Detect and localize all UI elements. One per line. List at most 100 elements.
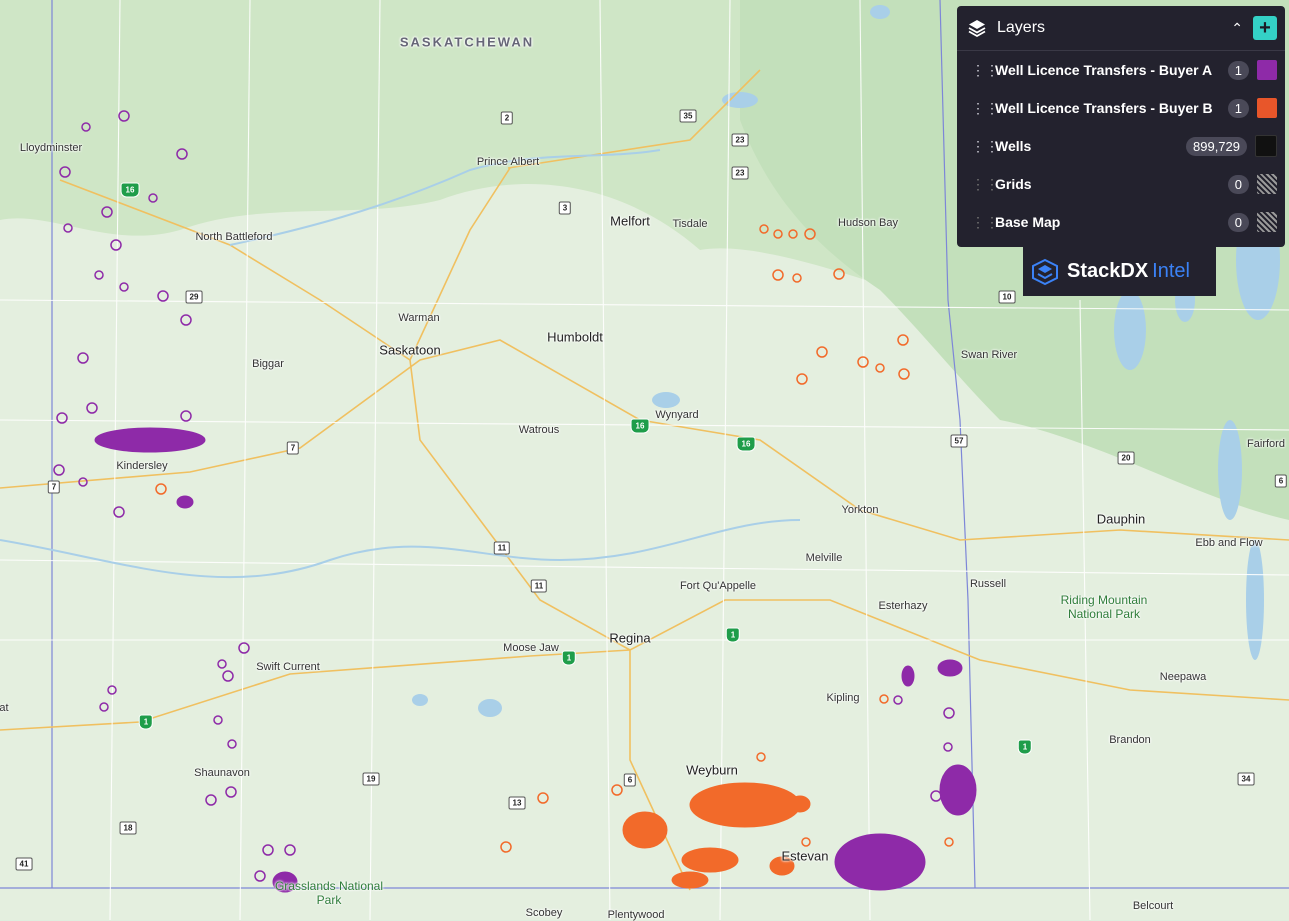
place-label: Weyburn [686,762,738,778]
place-label: Yorkton [841,504,879,516]
route-shield: 13 [508,796,526,810]
route-shield: 29 [185,290,203,304]
route-shield: 23 [731,133,749,147]
layer-count-badge: 0 [1227,174,1249,194]
place-label: Prince Albert [476,156,540,168]
place-label: Fairford [1247,438,1285,450]
drag-handle-icon[interactable]: ⋮⋮ [971,176,999,193]
place-label: Esterhazy [878,600,928,612]
brand-suffix: Intel [1152,260,1190,282]
route-shield: 2 [500,111,514,125]
highway-16-shield: 16 [120,182,140,198]
brand-name: StackDX [1067,260,1149,282]
layer-color-swatch[interactable] [1255,135,1277,157]
place-label: at [0,702,9,714]
route-shield: 19 [362,772,380,786]
route-shield: 18 [119,821,137,835]
park-label: Grasslands National Park [274,879,384,907]
layers-icon [968,20,986,38]
route-shield: 41 [15,857,33,871]
route-shield: 23 [731,166,749,180]
highway-16-shield: 16 [736,436,756,452]
layer-name: Base Map [995,214,1061,230]
place-label: Scobey [525,907,563,919]
layers-panel: Layers ⌃ + ⋮⋮ Well Licence Transfers - B… [957,6,1285,247]
place-label: Melfort [610,213,650,229]
place-label: Biggar [252,358,284,370]
layer-color-swatch[interactable] [1257,98,1277,118]
place-label: Brandon [1109,734,1151,746]
highway-16-shield: 16 [630,418,650,434]
route-shield: 6 [623,773,637,787]
route-shield: 3 [558,201,572,215]
route-shield: 34 [1237,772,1255,786]
layer-count-badge: 1 [1227,98,1249,118]
plus-icon: + [1259,16,1271,39]
layer-row-wells[interactable]: ⋮⋮ Wells 899,729 [957,127,1285,165]
route-shield: 20 [1117,451,1135,465]
place-label: Regina [609,630,651,646]
place-label: Plentywood [607,909,665,921]
layer-row-buyer-b[interactable]: ⋮⋮ Well Licence Transfers - Buyer B 1 [957,89,1285,127]
place-label: Shaunavon [194,767,250,779]
drag-handle-icon[interactable]: ⋮⋮ [971,62,999,79]
layer-row-base-map[interactable]: ⋮⋮ Base Map 0 [957,203,1285,241]
place-label: Swan River [960,349,1018,361]
drag-handle-icon[interactable]: ⋮⋮ [971,138,999,155]
route-shield: 6 [1274,474,1288,488]
layer-row-buyer-a[interactable]: ⋮⋮ Well Licence Transfers - Buyer A 1 [957,51,1285,89]
route-shield: 10 [998,290,1016,304]
route-shield: 35 [679,109,697,123]
layer-color-swatch[interactable] [1257,212,1277,232]
add-layer-button[interactable]: + [1253,16,1277,40]
place-label: Melville [805,552,843,564]
place-label: Ebb and Flow [1195,537,1263,549]
layer-name: Grids [995,176,1032,192]
layer-name: Well Licence Transfers - Buyer B [995,100,1213,116]
place-label: Kipling [826,692,860,704]
route-shield: 7 [286,441,300,455]
layer-name: Well Licence Transfers - Buyer A [995,62,1213,78]
stackdx-logo-icon [1032,258,1058,285]
route-shield: 11 [493,541,511,555]
layer-count-badge: 899,729 [1186,136,1247,156]
place-label: Watrous [518,424,560,436]
layers-title: Layers [997,19,1046,36]
route-shield: 7 [47,480,61,494]
route-shield: 11 [530,579,548,593]
chevron-up-icon[interactable]: ⌃ [1231,20,1243,37]
layer-name: Wells [995,138,1032,154]
region-label: SASKATCHEWAN [399,34,535,50]
place-label: North Battleford [195,231,273,243]
place-label: Hudson Bay [838,217,898,229]
place-label: Tisdale [672,218,708,230]
layer-count-badge: 0 [1227,212,1249,232]
layers-panel-header[interactable]: Layers ⌃ + [957,6,1285,51]
place-label: Belcourt [1132,900,1174,912]
layer-count-badge: 1 [1227,60,1249,80]
layer-color-swatch[interactable] [1257,174,1277,194]
layer-color-swatch[interactable] [1257,60,1277,80]
place-label: Estevan [781,848,829,864]
drag-handle-icon[interactable]: ⋮⋮ [971,214,999,231]
place-label: Lloydminster [19,142,83,154]
place-label: Neepawa [1159,671,1207,683]
highway-1-shield: 1 [561,650,577,666]
place-label: Kindersley [116,460,168,472]
place-label: Swift Current [256,661,320,673]
highway-1-shield: 1 [1017,739,1033,755]
highway-1-shield: 1 [138,714,154,730]
place-label: Fort Qu'Appelle [679,580,757,592]
place-label: Russell [969,578,1007,590]
layer-row-grids[interactable]: ⋮⋮ Grids 0 [957,165,1285,203]
park-label: Riding Mountain National Park [1060,593,1148,621]
place-label: Dauphin [1096,511,1146,527]
drag-handle-icon[interactable]: ⋮⋮ [971,100,999,117]
place-label: Warman [398,312,440,324]
place-label: Wynyard [655,409,699,421]
place-label: Humboldt [547,329,603,345]
brand-logo: StackDX Intel [1023,247,1216,296]
route-shield: 57 [950,434,968,448]
place-label: Saskatoon [379,342,441,358]
place-label: Moose Jaw [503,642,559,654]
